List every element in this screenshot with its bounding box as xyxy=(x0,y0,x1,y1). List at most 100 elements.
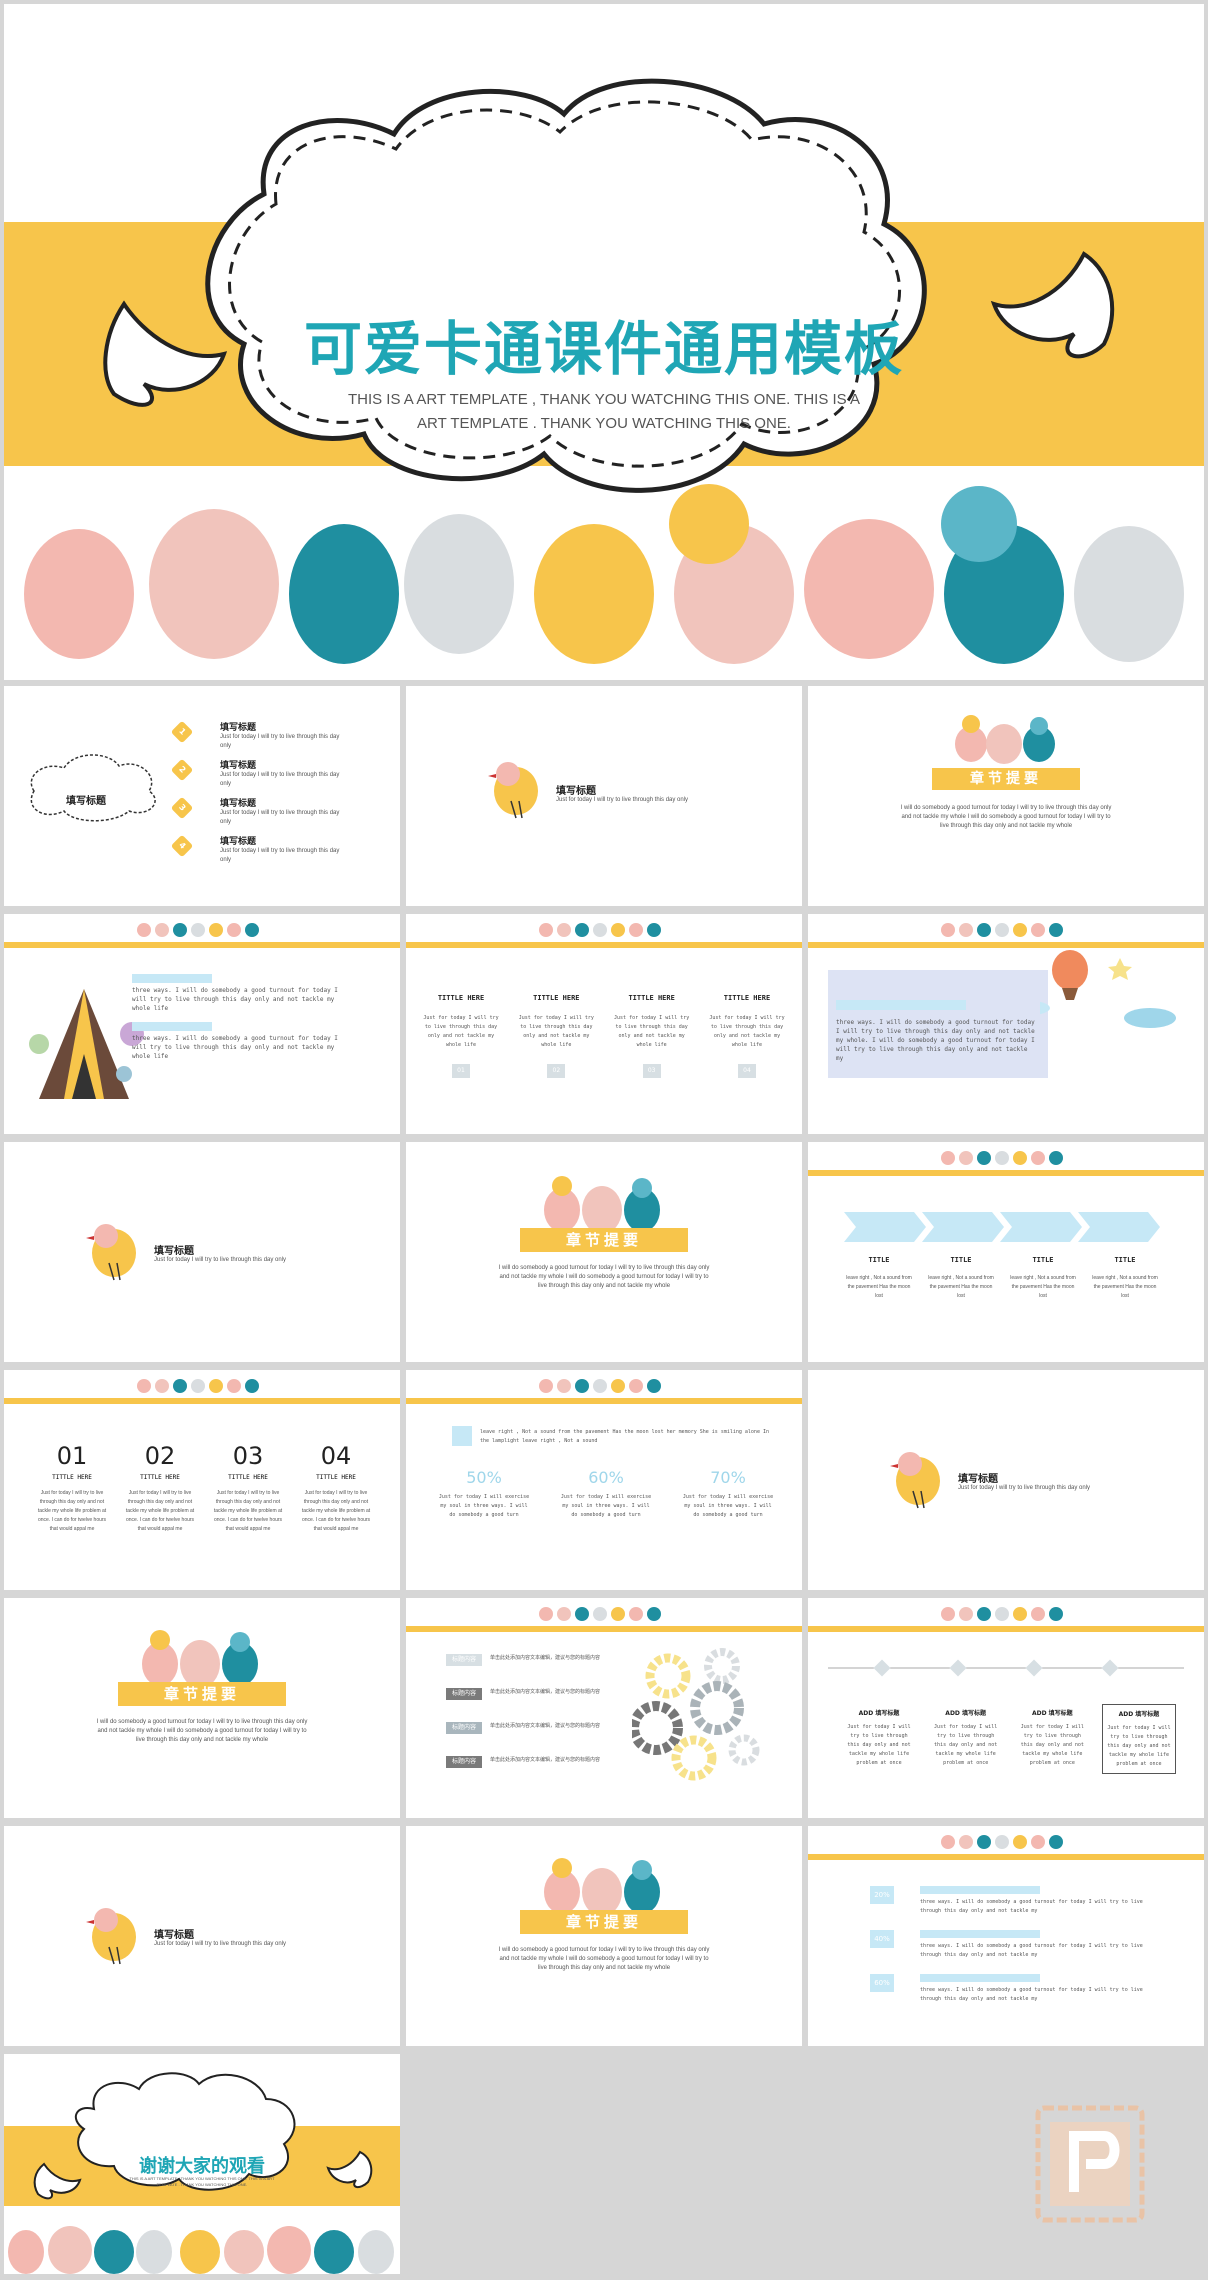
gear-text: 单击此处添加内容文本编辑，建议与您的标题内容 xyxy=(490,1723,601,1729)
blue-tag xyxy=(132,1022,212,1031)
numbered-head: TITTLE HERE xyxy=(140,1474,180,1481)
numbered-head: TITTLE HERE xyxy=(52,1474,92,1481)
slide-percent-list[interactable]: 20% three ways. I will do somebody a goo… xyxy=(808,1826,1204,2046)
percent-row: 20% three ways. I will do somebody a goo… xyxy=(870,1886,1170,1930)
bird-row xyxy=(24,484,1184,664)
ending-title: 谢谢大家的观看 xyxy=(139,2156,265,2177)
slide-tent[interactable]: three ways. I will do somebody a good tu… xyxy=(4,914,400,1134)
percent-badge: 20% xyxy=(870,1886,894,1904)
percent-item: 60% Just for today I will exercise my so… xyxy=(558,1468,654,1520)
toc-item[interactable]: 1 填写标题 Just for today I will try to live… xyxy=(168,720,358,758)
blue-tag xyxy=(836,1000,966,1010)
process-item: TITLE leave right , Not a sound from the… xyxy=(1008,1256,1078,1301)
section-title: 填写标题 xyxy=(154,1246,194,1257)
toc-item[interactable]: 3 填写标题 Just for today I will try to live… xyxy=(168,796,358,834)
percent-badge: 60% xyxy=(870,1974,894,1992)
top-bar xyxy=(406,1398,802,1404)
slide-four-titles[interactable]: TITTLE HERE Just for today I will try to… xyxy=(406,914,802,1134)
gear-tag: 标题内容 xyxy=(446,1654,482,1666)
numbered-num: 02 xyxy=(144,1442,176,1470)
process-head: TITLE xyxy=(868,1256,890,1264)
slide-section-4[interactable]: 填写标题 Just for today I will try to live t… xyxy=(4,1826,400,2046)
toc-number: 2 xyxy=(170,758,194,782)
tent-para2: three ways. I will do somebody a good tu… xyxy=(132,1035,338,1060)
gear-row: 标题内容 单击此处添加内容文本编辑，建议与您的标题内容 xyxy=(446,1722,646,1756)
slide-section-1[interactable]: 填写标题 Just for today I will try to live t… xyxy=(406,686,802,906)
numbered-column: 04 TITTLE HERE Just for today I will try… xyxy=(298,1442,374,1534)
slide-chapter-1[interactable]: 章节提要 I will do somebody a good turnout f… xyxy=(808,686,1204,906)
timeline-text: Just for today I will try to live throug… xyxy=(1020,1724,1084,1766)
percent-row: 60% three ways. I will do somebody a goo… xyxy=(870,1974,1170,2018)
chapter-text1: I will do somebody a good turnout for to… xyxy=(498,1947,710,1953)
toc-item[interactable]: 4 填写标题 Just for today I will try to live… xyxy=(168,834,358,872)
arrow-chevrons xyxy=(844,1212,1160,1242)
chapter-text2: and not tackle my whole I will do somebo… xyxy=(97,1728,307,1734)
gears-icon xyxy=(632,1648,760,1781)
chapter-text2: and not tackle my whole I will do somebo… xyxy=(499,1274,709,1280)
numbered-text: Just for today I will try to live throug… xyxy=(125,1490,195,1532)
slide-timeline[interactable]: ADD 填写标题 Just for today I will try to li… xyxy=(808,1598,1204,1818)
bird-strip-icon xyxy=(137,1379,259,1393)
bird-strip-icon xyxy=(941,1835,1063,1849)
slide-chapter-3[interactable]: 章节提要 I will do somebody a good turnout f… xyxy=(4,1598,400,1818)
column-head: TITTLE HERE xyxy=(437,994,485,1002)
numbered-column: 01 TITTLE HERE Just for today I will try… xyxy=(34,1442,110,1534)
title-column: TITTLE HERE Just for today I will try to… xyxy=(708,994,786,1078)
slide-percent[interactable]: leave right , Not a sound from the pavem… xyxy=(406,1370,802,1590)
top-bar xyxy=(808,1626,1204,1632)
title-column: TITTLE HERE Just for today I will try to… xyxy=(613,994,691,1078)
slide-section-2[interactable]: 填写标题 Just for today I will try to live t… xyxy=(4,1142,400,1362)
process-text: leave right , Not a sound from the pavem… xyxy=(846,1275,912,1299)
bird-icon xyxy=(890,1452,940,1509)
numbered-text: Just for today I will try to live throug… xyxy=(301,1490,371,1532)
section-desc: Just for today I will try to live throug… xyxy=(958,1485,1091,1491)
column-num: 03 xyxy=(642,1064,661,1078)
tent-icon xyxy=(29,989,144,1099)
timeline-text: Just for today I will try to live throug… xyxy=(934,1724,998,1766)
bird-strip-icon xyxy=(539,1607,661,1621)
process-head: TITLE xyxy=(1032,1256,1054,1264)
slide-note-card[interactable]: three ways. I will do somebody a good tu… xyxy=(808,914,1204,1134)
slide-toc[interactable]: 填写标题 1 填写标题 Just for today I will try to… xyxy=(4,686,400,906)
numbered-num: 01 xyxy=(56,1442,88,1470)
gear-row: 标题内容 单击此处添加内容文本编辑，建议与您的标题内容 xyxy=(446,1688,646,1722)
section-desc: Just for today I will try to live throug… xyxy=(154,1941,287,1947)
chapter-text1: I will do somebody a good turnout for to… xyxy=(498,1265,710,1271)
numbered-column: 03 TITTLE HERE Just for today I will try… xyxy=(210,1442,286,1534)
slide-chapter-4[interactable]: 章节提要 I will do somebody a good turnout f… xyxy=(406,1826,802,2046)
toc-item[interactable]: 2 填写标题 Just for today I will try to live… xyxy=(168,758,358,796)
gear-text: 单击此处添加内容文本编辑，建议与您的标题内容 xyxy=(490,1655,601,1661)
bird-strip-icon xyxy=(941,1151,1063,1165)
blue-tag xyxy=(920,1886,1040,1894)
process-text: leave right , Not a sound from the pavem… xyxy=(1092,1275,1158,1299)
slide-section-3[interactable]: 填写标题 Just for today I will try to live t… xyxy=(808,1370,1204,1590)
process-text: leave right , Not a sound from the pavem… xyxy=(928,1275,994,1299)
slide-gears[interactable]: 标题内容 单击此处添加内容文本编辑，建议与您的标题内容 标题内容 单击此处添加内… xyxy=(406,1598,802,1818)
toc-desc: Just for today I will try to live throug… xyxy=(220,734,340,749)
column-num: 04 xyxy=(737,1064,756,1078)
slide-arrow-process[interactable]: TITLE leave right , Not a sound from the… xyxy=(808,1142,1204,1362)
cover-slide[interactable]: 可爱卡通课件通用模板 THIS IS A ART TEMPLATE , THAN… xyxy=(4,4,1204,680)
process-item: TITLE leave right , Not a sound from the… xyxy=(1090,1256,1160,1301)
timeline-head: ADD 填写标题 xyxy=(858,1710,900,1717)
slide-chapter-2[interactable]: 章节提要 I will do somebody a good turnout f… xyxy=(406,1142,802,1362)
percent-row: 40% three ways. I will do somebody a goo… xyxy=(870,1930,1170,1974)
gear-row: 标题内容 单击此处添加内容文本编辑，建议与您的标题内容 xyxy=(446,1654,646,1688)
top-bar xyxy=(4,1398,400,1404)
percent-row-text: three ways. I will do somebody a good tu… xyxy=(920,1899,1143,1914)
gear-text: 单击此处添加内容文本编辑，建议与您的标题内容 xyxy=(490,1757,601,1763)
timeline-item: ADD 填写标题 Just for today I will try to li… xyxy=(842,1704,916,1774)
process-head: TITLE xyxy=(950,1256,972,1264)
percent-row-text: three ways. I will do somebody a good tu… xyxy=(920,1943,1143,1958)
toc-title: 填写标题 xyxy=(220,761,257,771)
bird-strip-icon xyxy=(539,923,661,937)
numbered-text: Just for today I will try to live throug… xyxy=(213,1490,283,1532)
column-num: 02 xyxy=(547,1064,566,1078)
slide-ending[interactable]: 谢谢大家的观看 THIS IS A ART TEMPLATE , THANK Y… xyxy=(4,2054,400,2274)
bird-icon xyxy=(488,762,538,819)
numbered-text: Just for today I will try to live throug… xyxy=(37,1490,107,1532)
column-head: TITTLE HERE xyxy=(723,994,771,1002)
slide-numbered[interactable]: 01 TITTLE HERE Just for today I will try… xyxy=(4,1370,400,1590)
toc-number: 4 xyxy=(170,834,194,858)
gear-tag: 标题内容 xyxy=(446,1688,482,1700)
